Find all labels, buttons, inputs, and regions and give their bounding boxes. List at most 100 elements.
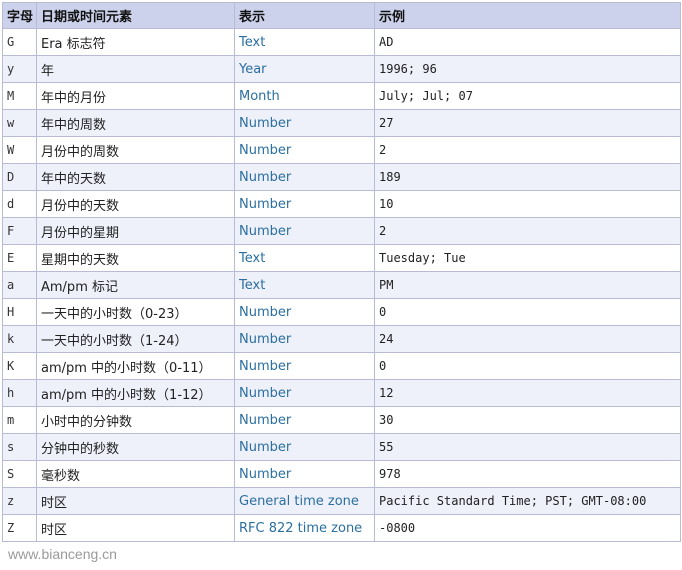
cell-element: Am/pm 标记 [36, 271, 235, 299]
cell-example: 0 [374, 298, 681, 326]
cell-representation: Text [234, 28, 375, 56]
table-row: M 年中的月份 Month July; Jul; 07 [2, 82, 681, 110]
cell-element: am/pm 中的小时数（0-11） [36, 352, 235, 380]
cell-representation: Year [234, 55, 375, 83]
header-row: 字母 日期或时间元素 表示 示例 [2, 2, 681, 29]
table-row: S 毫秒数 Number 978 [2, 460, 681, 488]
table-row: Z 时区 RFC 822 time zone -0800 [2, 514, 681, 542]
cell-letter: z [2, 487, 37, 515]
table-row: H 一天中的小时数（0-23） Number 0 [2, 298, 681, 326]
table-row: s 分钟中的秒数 Number 55 [2, 433, 681, 461]
cell-representation: Number [234, 163, 375, 191]
cell-example: 0 [374, 352, 681, 380]
cell-representation: Number [234, 217, 375, 245]
cell-letter: D [2, 163, 37, 191]
cell-letter: W [2, 136, 37, 164]
cell-example: PM [374, 271, 681, 299]
cell-representation: Number [234, 136, 375, 164]
cell-element: 小时中的分钟数 [36, 406, 235, 434]
table-row: w 年中的周数 Number 27 [2, 109, 681, 137]
cell-element: 分钟中的秒数 [36, 433, 235, 461]
cell-letter: Z [2, 514, 37, 542]
cell-example: 2 [374, 136, 681, 164]
cell-example: AD [374, 28, 681, 56]
cell-example: 2 [374, 217, 681, 245]
cell-element: 年 [36, 55, 235, 83]
cell-representation: Number [234, 460, 375, 488]
cell-representation: Text [234, 271, 375, 299]
cell-letter: a [2, 271, 37, 299]
cell-letter: w [2, 109, 37, 137]
cell-letter: h [2, 379, 37, 407]
cell-letter: E [2, 244, 37, 272]
cell-example: 12 [374, 379, 681, 407]
cell-letter: M [2, 82, 37, 110]
table-row: G Era 标志符 Text AD [2, 28, 681, 56]
cell-element: Era 标志符 [36, 28, 235, 56]
cell-element: 年中的周数 [36, 109, 235, 137]
cell-letter: H [2, 298, 37, 326]
header-example: 示例 [374, 2, 681, 29]
cell-representation: Month [234, 82, 375, 110]
table-row: z 时区 General time zone Pacific Standard Tim… [2, 487, 681, 515]
cell-letter: k [2, 325, 37, 353]
cell-example: 10 [374, 190, 681, 218]
cell-letter: d [2, 190, 37, 218]
table-row: D 年中的天数 Number 189 [2, 163, 681, 191]
header-letter: 字母 [2, 2, 37, 29]
cell-example: 30 [374, 406, 681, 434]
cell-representation: Number [234, 352, 375, 380]
cell-letter: m [2, 406, 37, 434]
table-body: G Era 标志符 Text AD y 年 Year 1996; 96 M 年中的月份 Month J… [2, 28, 681, 542]
cell-element: 月份中的天数 [36, 190, 235, 218]
table-row: E 星期中的天数 Text Tuesday; Tue [2, 244, 681, 272]
table-row: m 小时中的分钟数 Number 30 [2, 406, 681, 434]
cell-example: 24 [374, 325, 681, 353]
table-row: Kam/pm 中的小时数（0-11） Number 0 [2, 352, 681, 380]
header-element: 日期或时间元素 [36, 2, 235, 29]
table-row: F 月份中的星期 Number 2 [2, 217, 681, 245]
watermark: www.bianceng.cn [8, 546, 117, 562]
date-format-table: 字母 日期或时间元素 表示 示例 G Era 标志符 Text AD y 年 Year 199… [2, 2, 681, 542]
cell-representation: Number [234, 325, 375, 353]
table-header: 字母 日期或时间元素 表示 示例 [2, 2, 681, 29]
cell-element: 月份中的星期 [36, 217, 235, 245]
cell-representation: Number [234, 433, 375, 461]
cell-example: July; Jul; 07 [374, 82, 681, 110]
cell-element: 毫秒数 [36, 460, 235, 488]
cell-example: 55 [374, 433, 681, 461]
cell-representation: Text [234, 244, 375, 272]
table-row: y 年 Year 1996; 96 [2, 55, 681, 83]
cell-letter: S [2, 460, 37, 488]
cell-representation: Number [234, 406, 375, 434]
cell-element: 一天中的小时数（1-24） [36, 325, 235, 353]
cell-example: -0800 [374, 514, 681, 542]
cell-example: Tuesday; Tue [374, 244, 681, 272]
table-row: k 一天中的小时数（1-24） Number 24 [2, 325, 681, 353]
cell-representation: Number [234, 379, 375, 407]
cell-element: 年中的月份 [36, 82, 235, 110]
cell-letter: y [2, 55, 37, 83]
cell-representation: Number [234, 109, 375, 137]
cell-example: 189 [374, 163, 681, 191]
cell-representation: Number [234, 298, 375, 326]
cell-letter: G [2, 28, 37, 56]
cell-element: 时区 [36, 487, 235, 515]
cell-element: 月份中的周数 [36, 136, 235, 164]
cell-element: 时区 [36, 514, 235, 542]
cell-representation: Number [234, 190, 375, 218]
cell-letter: s [2, 433, 37, 461]
cell-representation: General time zone [234, 487, 375, 515]
cell-element: 一天中的小时数（0-23） [36, 298, 235, 326]
cell-letter: K [2, 352, 37, 380]
cell-representation: RFC 822 time zone [234, 514, 375, 542]
table-row: W 月份中的周数 Number 2 [2, 136, 681, 164]
table-row: a Am/pm 标记 Text PM [2, 271, 681, 299]
cell-element: 年中的天数 [36, 163, 235, 191]
cell-element: 星期中的天数 [36, 244, 235, 272]
cell-example: 27 [374, 109, 681, 137]
header-representation: 表示 [234, 2, 375, 29]
cell-letter: F [2, 217, 37, 245]
table-row: h am/pm 中的小时数（1-12） Number 12 [2, 379, 681, 407]
cell-example: Pacific Standard Time; PST; GMT-08:00 [374, 487, 681, 515]
